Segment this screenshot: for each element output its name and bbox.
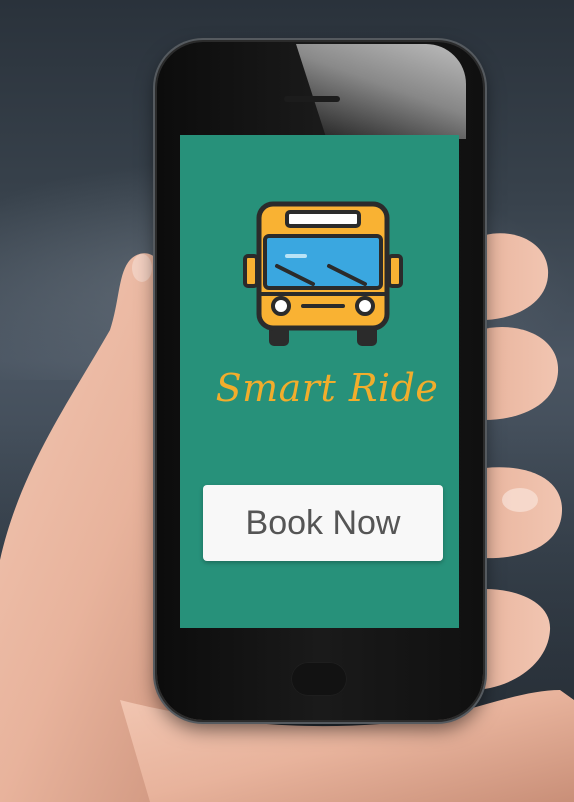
bus-icon (243, 201, 403, 346)
home-button[interactable] (291, 662, 347, 696)
book-now-button[interactable]: Book Now (203, 485, 443, 561)
app-title: Smart Ride (215, 366, 439, 410)
phone-earpiece (284, 96, 340, 102)
